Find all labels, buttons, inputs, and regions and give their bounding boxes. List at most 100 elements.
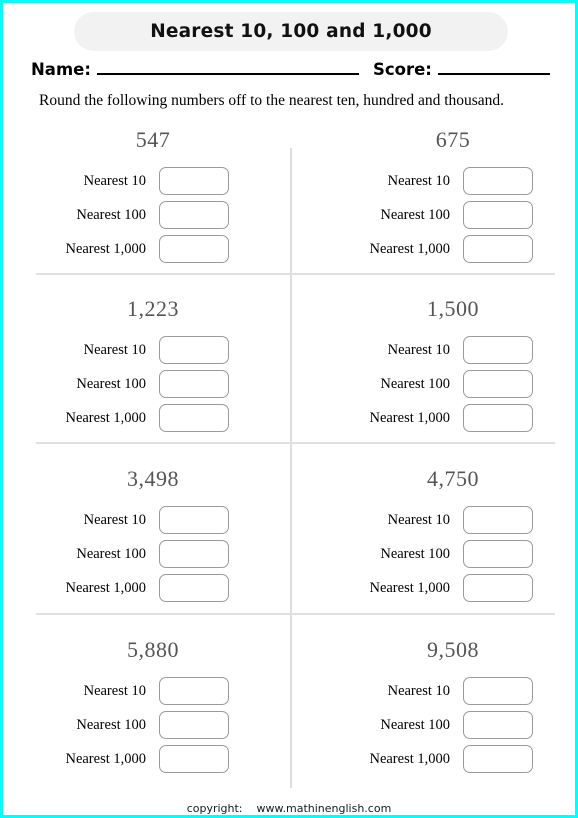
name-input-line[interactable] bbox=[96, 72, 359, 75]
question-number: 1,223 bbox=[127, 296, 179, 321]
answer-box-ten[interactable] bbox=[159, 506, 229, 534]
answer-row-ten: Nearest 10 bbox=[17, 503, 303, 537]
answer-box-thousand[interactable] bbox=[159, 235, 229, 263]
answer-row-ten: Nearest 10 bbox=[17, 333, 303, 367]
question-cell-3: 1,223 Nearest 10 Nearest 100 Nearest 1,0… bbox=[17, 290, 303, 458]
question-number: 9,508 bbox=[427, 637, 479, 662]
answer-label: Nearest 10 bbox=[387, 172, 450, 189]
answer-label: Nearest 100 bbox=[76, 545, 146, 562]
answer-row-thousand: Nearest 1,000 bbox=[17, 232, 303, 266]
answer-row-hundred: Nearest 100 bbox=[17, 367, 303, 401]
answer-label: Nearest 1,000 bbox=[369, 750, 450, 767]
answer-row-hundred: Nearest 100 bbox=[303, 708, 578, 742]
answer-label: Nearest 100 bbox=[76, 716, 146, 733]
answer-label: Nearest 100 bbox=[380, 545, 450, 562]
answer-rows: Nearest 10 Nearest 100 Nearest 1,000 bbox=[17, 164, 303, 266]
answer-label: Nearest 100 bbox=[380, 375, 450, 392]
answer-label: Nearest 100 bbox=[76, 375, 146, 392]
title-banner: Nearest 10, 100 and 1,000 bbox=[74, 12, 508, 51]
answer-label: Nearest 1,000 bbox=[369, 240, 450, 257]
copyright-label: copyright: bbox=[186, 802, 243, 815]
answer-box-hundred[interactable] bbox=[463, 201, 533, 229]
answer-row-ten: Nearest 10 bbox=[303, 164, 578, 198]
answer-row-thousand: Nearest 1,000 bbox=[17, 401, 303, 435]
question-number: 3,498 bbox=[127, 466, 179, 491]
answer-box-ten[interactable] bbox=[463, 336, 533, 364]
answer-label: Nearest 1,000 bbox=[65, 579, 146, 596]
answer-label: Nearest 100 bbox=[380, 206, 450, 223]
answer-box-hundred[interactable] bbox=[463, 711, 533, 739]
answer-row-thousand: Nearest 1,000 bbox=[303, 401, 578, 435]
answer-label: Nearest 1,000 bbox=[65, 750, 146, 767]
answer-row-hundred: Nearest 100 bbox=[303, 367, 578, 401]
answer-box-hundred[interactable] bbox=[159, 370, 229, 398]
answer-row-thousand: Nearest 1,000 bbox=[303, 742, 578, 776]
answer-box-hundred[interactable] bbox=[159, 540, 229, 568]
name-label: Name: bbox=[31, 60, 91, 79]
answer-box-hundred[interactable] bbox=[463, 370, 533, 398]
answer-row-hundred: Nearest 100 bbox=[17, 198, 303, 232]
answer-box-hundred[interactable] bbox=[463, 540, 533, 568]
answer-box-ten[interactable] bbox=[159, 677, 229, 705]
answer-row-hundred: Nearest 100 bbox=[17, 537, 303, 571]
answer-box-ten[interactable] bbox=[463, 506, 533, 534]
answer-box-thousand[interactable] bbox=[159, 745, 229, 773]
answer-row-thousand: Nearest 1,000 bbox=[17, 742, 303, 776]
answer-label: Nearest 1,000 bbox=[369, 409, 450, 426]
answer-rows: Nearest 10 Nearest 100 Nearest 1,000 bbox=[17, 503, 303, 605]
answer-label: Nearest 10 bbox=[83, 172, 146, 189]
answer-box-thousand[interactable] bbox=[463, 574, 533, 602]
answer-label: Nearest 10 bbox=[83, 511, 146, 528]
answer-box-thousand[interactable] bbox=[463, 235, 533, 263]
answer-label: Nearest 1,000 bbox=[65, 409, 146, 426]
page-title: Nearest 10, 100 and 1,000 bbox=[150, 21, 432, 42]
answer-box-thousand[interactable] bbox=[463, 745, 533, 773]
answer-row-ten: Nearest 10 bbox=[17, 164, 303, 198]
answer-row-hundred: Nearest 100 bbox=[17, 708, 303, 742]
answer-row-ten: Nearest 10 bbox=[17, 674, 303, 708]
question-cell-5: 3,498 Nearest 10 Nearest 100 Nearest 1,0… bbox=[17, 460, 303, 628]
website-link[interactable]: www.mathinenglish.com bbox=[257, 802, 392, 815]
answer-rows: Nearest 10 Nearest 100 Nearest 1,000 bbox=[303, 503, 578, 605]
answer-box-ten[interactable] bbox=[463, 677, 533, 705]
question-cell-1: 547 Nearest 10 Nearest 100 Nearest 1,000 bbox=[17, 121, 303, 289]
name-score-line: Name: Score: bbox=[31, 60, 551, 86]
score-input-line[interactable] bbox=[437, 72, 550, 75]
answer-row-hundred: Nearest 100 bbox=[303, 537, 578, 571]
answer-label: Nearest 100 bbox=[76, 206, 146, 223]
answer-rows: Nearest 10 Nearest 100 Nearest 1,000 bbox=[303, 333, 578, 435]
question-number: 675 bbox=[435, 127, 471, 152]
answer-rows: Nearest 10 Nearest 100 Nearest 1,000 bbox=[303, 674, 578, 776]
footer: copyright: www.mathinenglish.com bbox=[3, 802, 575, 815]
question-number: 4,750 bbox=[427, 466, 479, 491]
answer-box-hundred[interactable] bbox=[159, 201, 229, 229]
answer-box-thousand[interactable] bbox=[463, 404, 533, 432]
question-number: 1,500 bbox=[427, 296, 479, 321]
question-cell-2: 675 Nearest 10 Nearest 100 Nearest 1,000 bbox=[303, 121, 578, 289]
question-number: 547 bbox=[135, 127, 171, 152]
answer-rows: Nearest 10 Nearest 100 Nearest 1,000 bbox=[17, 674, 303, 776]
answer-row-ten: Nearest 10 bbox=[303, 503, 578, 537]
answer-label: Nearest 10 bbox=[83, 682, 146, 699]
answer-box-thousand[interactable] bbox=[159, 404, 229, 432]
answer-label: Nearest 10 bbox=[387, 341, 450, 358]
answer-label: Nearest 10 bbox=[83, 341, 146, 358]
worksheet-page: Nearest 10, 100 and 1,000 Name: Score: R… bbox=[0, 0, 578, 818]
question-cell-4: 1,500 Nearest 10 Nearest 100 Nearest 1,0… bbox=[303, 290, 578, 458]
answer-row-ten: Nearest 10 bbox=[303, 333, 578, 367]
answer-box-ten[interactable] bbox=[159, 336, 229, 364]
answer-row-hundred: Nearest 100 bbox=[303, 198, 578, 232]
answer-box-hundred[interactable] bbox=[159, 711, 229, 739]
question-cell-7: 5,880 Nearest 10 Nearest 100 Nearest 1,0… bbox=[17, 631, 303, 799]
answer-label: Nearest 1,000 bbox=[369, 579, 450, 596]
answer-rows: Nearest 10 Nearest 100 Nearest 1,000 bbox=[303, 164, 578, 266]
answer-rows: Nearest 10 Nearest 100 Nearest 1,000 bbox=[17, 333, 303, 435]
answer-label: Nearest 10 bbox=[387, 511, 450, 528]
answer-box-ten[interactable] bbox=[159, 167, 229, 195]
answer-label: Nearest 100 bbox=[380, 716, 450, 733]
answer-box-ten[interactable] bbox=[463, 167, 533, 195]
answer-row-thousand: Nearest 1,000 bbox=[17, 571, 303, 605]
score-label: Score: bbox=[372, 60, 432, 79]
answer-box-thousand[interactable] bbox=[159, 574, 229, 602]
answer-row-ten: Nearest 10 bbox=[303, 674, 578, 708]
